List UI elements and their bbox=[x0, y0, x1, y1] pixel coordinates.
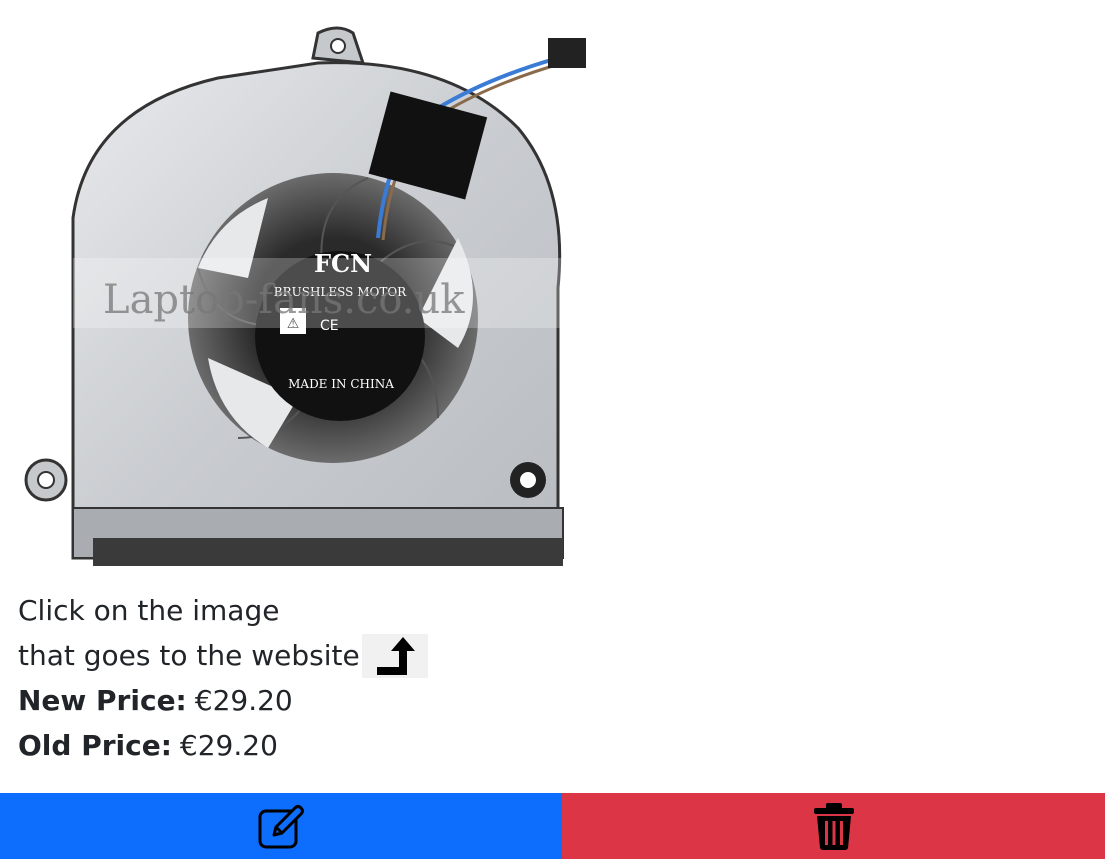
click-instruction-1-text: Click on the image bbox=[18, 594, 280, 627]
edit-pencil-icon bbox=[258, 805, 304, 849]
old-price-label: Old Price: bbox=[18, 729, 172, 762]
fan-origin-text: MADE IN CHINA bbox=[288, 377, 394, 391]
product-image-link[interactable]: FCN BRUSHLESS MOTOR ⚠ CE MADE IN CHINA L… bbox=[18, 18, 586, 584]
old-price-row: Old Price: €29.20 bbox=[18, 723, 428, 768]
product-info: Click on the image that goes to the webs… bbox=[18, 588, 428, 768]
trash-icon bbox=[813, 803, 854, 850]
product-card: FCN BRUSHLESS MOTOR ⚠ CE MADE IN CHINA L… bbox=[0, 0, 1105, 859]
new-price-value: €29.20 bbox=[194, 684, 293, 717]
action-bar bbox=[0, 793, 1105, 859]
click-instruction-1: Click on the image bbox=[18, 588, 428, 633]
watermark-text: Laptop-fans.co.uk bbox=[103, 277, 465, 323]
edit-button[interactable] bbox=[0, 793, 562, 859]
new-price-row: New Price: €29.20 bbox=[18, 678, 428, 723]
click-instruction-2: that goes to the website bbox=[18, 633, 428, 678]
turn-up-arrow-icon bbox=[361, 633, 428, 678]
delete-button[interactable] bbox=[562, 793, 1105, 859]
click-instruction-2-text: that goes to the website bbox=[18, 639, 360, 672]
old-price-value: €29.20 bbox=[179, 729, 278, 762]
new-price-label: New Price: bbox=[18, 684, 187, 717]
fan-image: FCN BRUSHLESS MOTOR ⚠ CE MADE IN CHINA L… bbox=[24, 26, 586, 566]
